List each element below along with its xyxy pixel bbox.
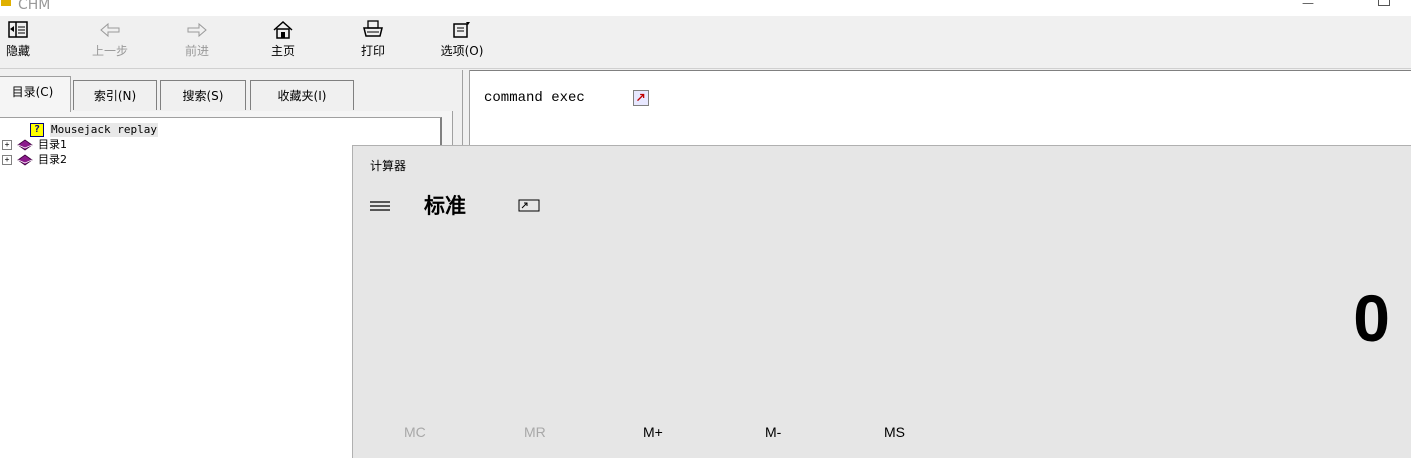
tree-item-mousejack[interactable]: ? Mousejack replay [0, 123, 200, 137]
forward-arrow-icon [187, 22, 207, 38]
options-icon [453, 22, 470, 38]
options-label: 选项(O) [440, 44, 484, 58]
expand-plus-icon[interactable]: + [2, 155, 12, 165]
tree-item-label: Mousejack replay [50, 123, 158, 137]
calculator-display: 0 [1353, 281, 1390, 355]
memory-subtract-button[interactable]: M- [765, 424, 781, 440]
chm-app-icon [1, 0, 11, 6]
hide-pane-icon [8, 21, 28, 38]
content-text: command exec [484, 90, 585, 106]
forward-label: 前进 [184, 44, 209, 58]
memory-store-button[interactable]: MS [884, 424, 905, 440]
shortcut-icon[interactable] [633, 90, 649, 106]
print-button[interactable]: 打印 [343, 20, 403, 64]
hide-label: 隐藏 [5, 44, 30, 58]
home-icon [273, 20, 293, 39]
back-button[interactable]: 上一步 [80, 20, 140, 64]
tree-item-label: 目录1 [38, 138, 67, 151]
expand-plus-icon[interactable]: + [2, 140, 12, 150]
printer-icon [363, 20, 383, 37]
help-page-icon: ? [30, 123, 44, 137]
memory-recall-button[interactable]: MR [524, 424, 546, 440]
tab-favorites[interactable]: 收藏夹(I) [250, 80, 354, 110]
print-label: 打印 [360, 44, 385, 58]
back-label: 上一步 [91, 44, 128, 58]
minimize-button[interactable]: — [1302, 0, 1314, 10]
home-button[interactable]: 主页 [253, 20, 313, 64]
menu-icon[interactable] [370, 200, 390, 212]
memory-add-button[interactable]: M+ [643, 424, 663, 440]
calculator-mode-title: 标准 [424, 194, 466, 218]
forward-button[interactable]: 前进 [167, 20, 227, 64]
book-icon [17, 139, 33, 151]
memory-clear-button[interactable]: MC [404, 424, 426, 440]
tree-item-catalog2[interactable]: + 目录2 [0, 153, 200, 167]
book-icon [17, 154, 33, 166]
keep-on-top-icon[interactable] [518, 197, 540, 213]
options-button[interactable]: 选项(O) [432, 20, 492, 64]
tab-contents[interactable]: 目录(C) [0, 76, 71, 112]
tab-index[interactable]: 索引(N) [73, 80, 157, 110]
home-label: 主页 [270, 44, 295, 58]
calculator-title: 计算器 [370, 159, 407, 173]
tree-item-catalog1[interactable]: + 目录1 [0, 138, 200, 152]
maximize-button[interactable] [1378, 0, 1390, 6]
title-bar [0, 0, 1411, 16]
hide-button[interactable]: 隐藏 [0, 20, 48, 64]
window-title: CHM [18, 0, 51, 13]
tab-search[interactable]: 搜索(S) [160, 80, 246, 110]
toolbar: 隐藏 上一步 前进 主页 打印 选项(O) [0, 16, 1411, 69]
tree-item-label: 目录2 [38, 153, 67, 166]
back-arrow-icon [100, 22, 120, 38]
